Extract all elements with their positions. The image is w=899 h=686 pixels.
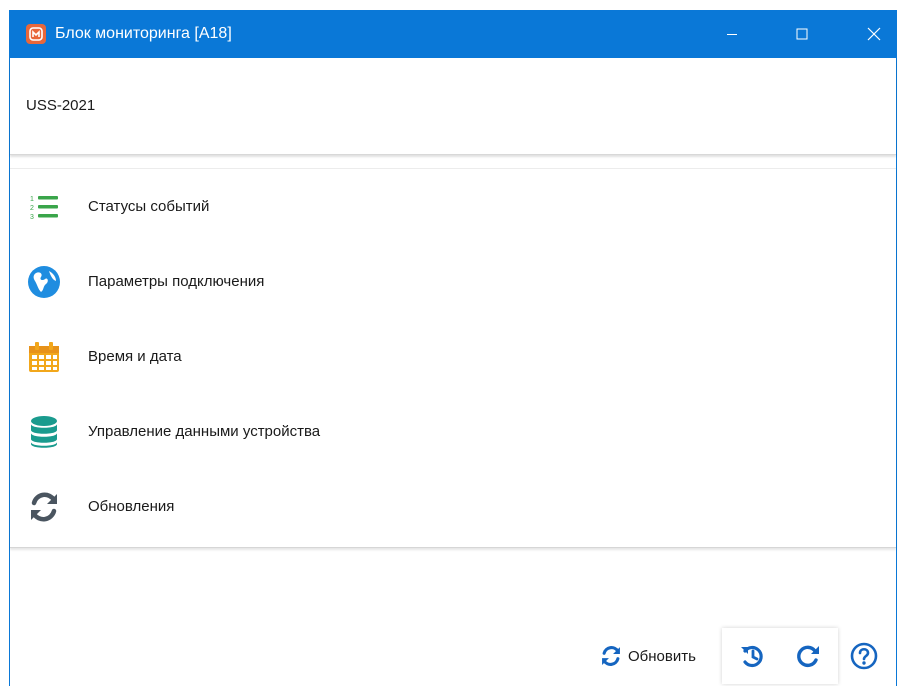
help-button[interactable] — [850, 642, 878, 670]
menu-item-label: Статусы событий — [88, 198, 210, 215]
help-icon — [850, 642, 878, 670]
device-panel: USS-2021 — [10, 58, 896, 155]
menu-item-label: Управление данными устройства — [88, 423, 321, 440]
svg-text:1: 1 — [30, 196, 34, 203]
app-window: Блок мониторинга [A18] USS-2021 1 2 3 Ст… — [9, 10, 897, 686]
minimize-button[interactable] — [709, 10, 755, 58]
svg-text:2: 2 — [30, 205, 34, 212]
history-icon — [741, 645, 763, 668]
database-icon — [24, 412, 64, 452]
close-button[interactable] — [851, 10, 897, 58]
reload-button[interactable] — [794, 642, 822, 670]
settings-menu: 1 2 3 Статусы событий Параметры подключе… — [10, 168, 896, 548]
refresh-label: Обновить — [628, 647, 696, 665]
numbered-list-icon: 1 2 3 — [24, 187, 64, 227]
refresh-icon — [602, 646, 620, 666]
bottom-toolbar: Обновить — [10, 610, 896, 686]
maximize-button[interactable] — [779, 10, 825, 58]
menu-item-updates[interactable]: Обновления — [10, 469, 896, 544]
menu-item-device-data[interactable]: Управление данными устройства — [10, 394, 896, 469]
minimize-icon — [727, 34, 737, 35]
menu-item-label: Время и дата — [88, 348, 182, 365]
refresh-button[interactable]: Обновить — [600, 644, 696, 668]
maximize-icon — [796, 28, 808, 40]
window-title: Блок мониторинга [A18] — [55, 25, 232, 42]
sync-icon — [24, 487, 64, 527]
globe-icon — [24, 262, 64, 302]
menu-item-event-statuses[interactable]: 1 2 3 Статусы событий — [10, 169, 896, 244]
svg-text:3: 3 — [30, 214, 34, 221]
history-reload-group — [722, 628, 838, 684]
menu-item-connection-parameters[interactable]: Параметры подключения — [10, 244, 896, 319]
device-name: USS-2021 — [26, 97, 96, 114]
calendar-icon — [24, 337, 64, 377]
close-icon — [867, 27, 881, 41]
title-bar[interactable]: Блок мониторинга [A18] — [9, 10, 897, 58]
history-button[interactable] — [738, 642, 766, 670]
menu-item-label: Параметры подключения — [88, 273, 265, 290]
menu-item-time-date[interactable]: Время и дата — [10, 319, 896, 394]
reload-icon — [797, 645, 819, 668]
app-logo-icon — [26, 24, 46, 44]
menu-item-label: Обновления — [88, 498, 175, 515]
